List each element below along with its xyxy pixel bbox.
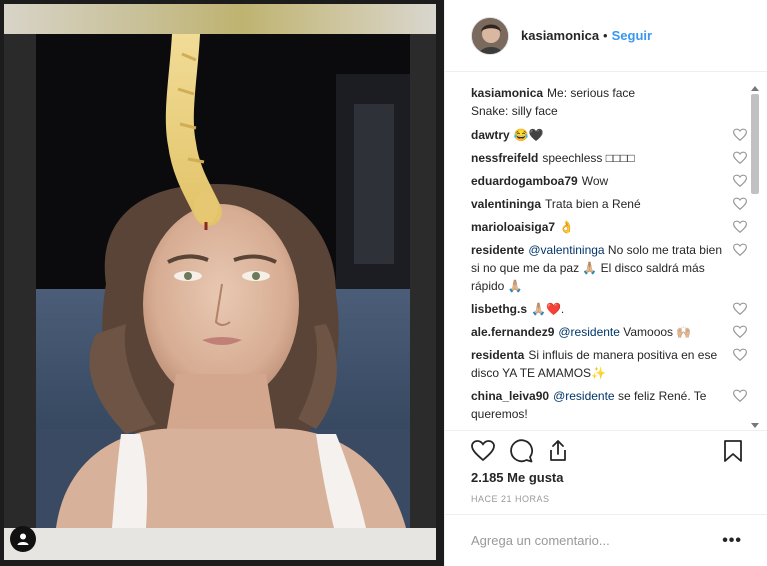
portrait-illustration xyxy=(36,34,410,528)
comment-username[interactable]: eduardogamboa79 xyxy=(471,174,578,188)
heart-icon[interactable] xyxy=(732,220,748,234)
more-options-button[interactable]: ••• xyxy=(722,532,742,550)
comment-row: valentininga Trata bien a René xyxy=(471,195,753,213)
comment-row: marioloaisiga7 👌 xyxy=(471,218,753,236)
comment-text: speechless □□□□ xyxy=(542,151,635,165)
heart-icon[interactable] xyxy=(732,243,748,257)
heart-icon[interactable] xyxy=(732,302,748,316)
comment-text: 🙏🏼❤️. xyxy=(531,302,565,316)
comment-row: lisbethg.s 🙏🏼❤️. xyxy=(471,300,753,318)
polaroid-top-edge xyxy=(4,4,436,34)
comment-mention[interactable]: @valentininga xyxy=(528,243,604,257)
heart-icon[interactable] xyxy=(732,174,748,188)
heart-icon[interactable] xyxy=(732,348,748,362)
post-side-panel: kasiamonica • Seguir kasiamonica Me: seri… xyxy=(444,0,767,566)
comment-row: residente @valentininga No solo me trata … xyxy=(471,241,753,295)
comment-row: china_leiva90 @residente se feliz René. T… xyxy=(471,387,753,423)
action-bar xyxy=(445,430,767,474)
add-comment-bar: ••• xyxy=(445,514,767,566)
polaroid-right-edge xyxy=(410,34,436,528)
comment-username[interactable]: dawtry xyxy=(471,128,510,142)
comment-row: nessfreifeld speechless □□□□ xyxy=(471,149,753,167)
comment-username[interactable]: china_leiva90 xyxy=(471,389,549,403)
comment-icon[interactable] xyxy=(509,439,535,465)
heart-icon[interactable] xyxy=(732,389,748,403)
comment-row: residenta Si influis de manera positiva e… xyxy=(471,346,753,382)
heart-icon[interactable] xyxy=(732,128,748,142)
comment-username[interactable]: marioloaisiga7 xyxy=(471,220,555,234)
polaroid-bottom-edge xyxy=(4,528,436,560)
comments-list[interactable]: kasiamonica Me: serious face Snake: silly… xyxy=(471,84,753,430)
comment-text: Vamooos 🙌🏼 xyxy=(619,325,692,339)
scroll-thumb[interactable] xyxy=(751,94,759,194)
comment-text: Wow xyxy=(581,174,609,188)
post-username[interactable]: kasiamonica xyxy=(521,28,599,43)
heart-icon[interactable] xyxy=(732,325,748,339)
polaroid-left-edge xyxy=(4,34,36,528)
comment-mention[interactable]: @residente xyxy=(558,325,620,339)
photo-scene xyxy=(36,34,410,528)
comment-username[interactable]: valentininga xyxy=(471,197,541,211)
post-timestamp: HACE 21 HORAS xyxy=(471,494,550,504)
comment-input[interactable] xyxy=(471,533,723,548)
bookmark-icon[interactable] xyxy=(721,439,747,465)
separator-dot: • xyxy=(603,28,608,43)
comment-username[interactable]: residente xyxy=(471,243,524,257)
comment-text: 👌 xyxy=(559,220,574,234)
scroll-down-arrow[interactable] xyxy=(751,423,759,428)
post-photo[interactable] xyxy=(0,0,444,566)
heart-icon[interactable] xyxy=(471,439,497,465)
comment-username[interactable]: nessfreifeld xyxy=(471,151,538,165)
comment-text: 😂🖤 xyxy=(513,128,544,142)
comment-username[interactable]: residenta xyxy=(471,348,524,362)
comment-username[interactable]: lisbethg.s xyxy=(471,302,527,316)
heart-icon[interactable] xyxy=(732,197,748,211)
follow-button[interactable]: Seguir xyxy=(612,28,652,43)
share-icon[interactable] xyxy=(546,439,572,465)
comment-row: ale.fernandez9 @residente Vamooos 🙌🏼 xyxy=(471,323,753,341)
user-icon[interactable] xyxy=(10,526,36,552)
scroll-up-arrow[interactable] xyxy=(751,86,759,91)
post-caption: kasiamonica Me: serious face Snake: silly… xyxy=(471,84,753,120)
avatar[interactable] xyxy=(471,16,509,55)
comment-text: Trata bien a René xyxy=(545,197,641,211)
comment-mention[interactable]: @residente xyxy=(553,389,615,403)
comments-scrollbar[interactable] xyxy=(749,84,761,430)
comment-row: eduardogamboa79 Wow xyxy=(471,172,753,190)
caption-username[interactable]: kasiamonica xyxy=(471,86,543,100)
comment-username[interactable]: ale.fernandez9 xyxy=(471,325,554,339)
like-count[interactable]: 2.185 Me gusta xyxy=(471,470,564,485)
comment-row: dawtry 😂🖤 xyxy=(471,126,753,144)
polaroid-frame xyxy=(4,4,436,560)
heart-icon[interactable] xyxy=(732,151,748,165)
post-header: kasiamonica • Seguir xyxy=(445,0,767,72)
